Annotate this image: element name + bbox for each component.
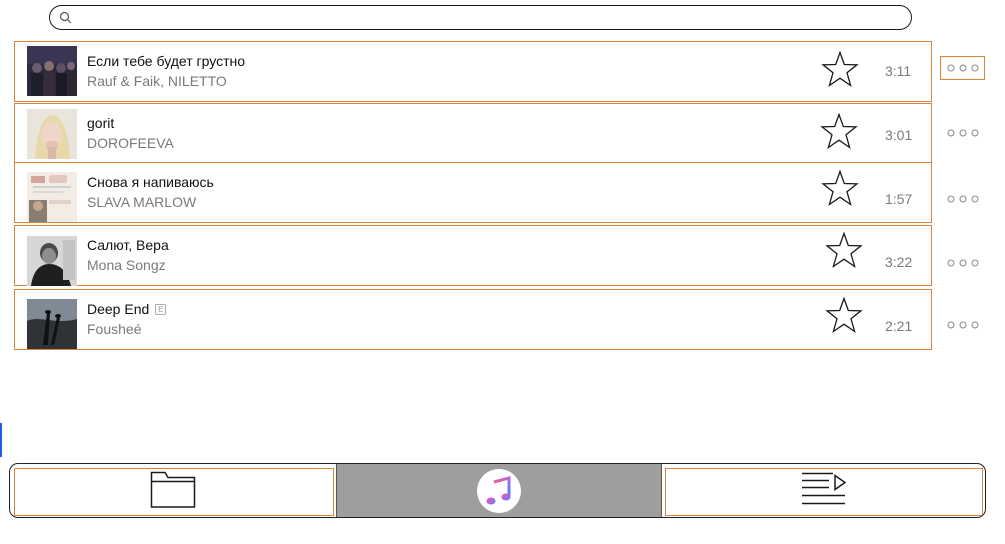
- track-artist[interactable]: DOROFEEVA: [87, 135, 174, 151]
- tab-queue[interactable]: [662, 464, 985, 517]
- track-duration: 3:22: [885, 254, 913, 270]
- track-artist[interactable]: Fousheé: [87, 321, 141, 337]
- track-row[interactable]: gorit DOROFEEVA 3:01: [14, 103, 932, 164]
- track-duration: 3:11: [885, 63, 912, 79]
- folder-icon: [150, 468, 196, 513]
- more-options-button[interactable]: [940, 121, 985, 145]
- more-options-button[interactable]: [940, 187, 985, 211]
- more-options-button[interactable]: [940, 56, 985, 80]
- more-dots-icon: [947, 321, 978, 329]
- more-dots-icon: [947, 129, 978, 137]
- track-artist[interactable]: Mona Songz: [87, 257, 166, 273]
- favorite-star-icon[interactable]: [821, 170, 859, 208]
- more-options-button[interactable]: [940, 251, 985, 275]
- search-icon: [59, 11, 72, 24]
- more-dots-icon: [947, 195, 978, 203]
- track-row[interactable]: Deep End E Fousheé 2:21: [14, 289, 932, 350]
- search-input[interactable]: [78, 9, 898, 27]
- track-row[interactable]: Снова я напиваюсь SLAVA MARLOW 1:57: [14, 162, 932, 223]
- more-dots-icon: [947, 64, 978, 72]
- tab-files[interactable]: [10, 464, 336, 517]
- album-cover: [27, 172, 77, 222]
- track-artist[interactable]: Rauf & Faik, NILETTO: [87, 73, 227, 89]
- explicit-badge: E: [155, 303, 167, 315]
- window-edge-accent: [0, 423, 2, 457]
- album-cover: [27, 46, 77, 96]
- track-title: Deep End E: [87, 301, 167, 317]
- track-title: Если тебе будет грустно: [87, 53, 246, 69]
- search-bar[interactable]: [49, 5, 912, 30]
- favorite-star-icon[interactable]: [825, 297, 863, 335]
- track-row[interactable]: Если тебе будет грустно Rauf & Faik, NIL…: [14, 41, 932, 102]
- album-cover: [27, 109, 77, 159]
- track-title: Снова я напиваюсь: [87, 174, 214, 190]
- favorite-star-icon[interactable]: [820, 113, 858, 151]
- track-title: gorit: [87, 115, 115, 131]
- track-row[interactable]: Салют, Вера Mona Songz 3:22: [14, 225, 932, 286]
- music-note-icon: [486, 475, 511, 504]
- more-options-button[interactable]: [940, 313, 985, 337]
- more-dots-icon: [947, 259, 978, 267]
- favorite-star-icon[interactable]: [825, 232, 863, 270]
- track-artist[interactable]: SLAVA MARLOW: [87, 194, 196, 210]
- tab-music[interactable]: [336, 464, 662, 517]
- playlist-play-icon: [801, 470, 847, 511]
- favorite-star-icon[interactable]: [821, 51, 859, 89]
- album-cover: [27, 299, 77, 349]
- track-duration: 2:21: [885, 318, 913, 334]
- album-cover: [27, 236, 77, 286]
- music-app-icon: [477, 468, 521, 513]
- track-duration: 3:01: [885, 127, 913, 143]
- track-duration: 1:57: [885, 191, 913, 207]
- bottom-nav: [9, 463, 986, 518]
- track-title: Салют, Вера: [87, 237, 169, 253]
